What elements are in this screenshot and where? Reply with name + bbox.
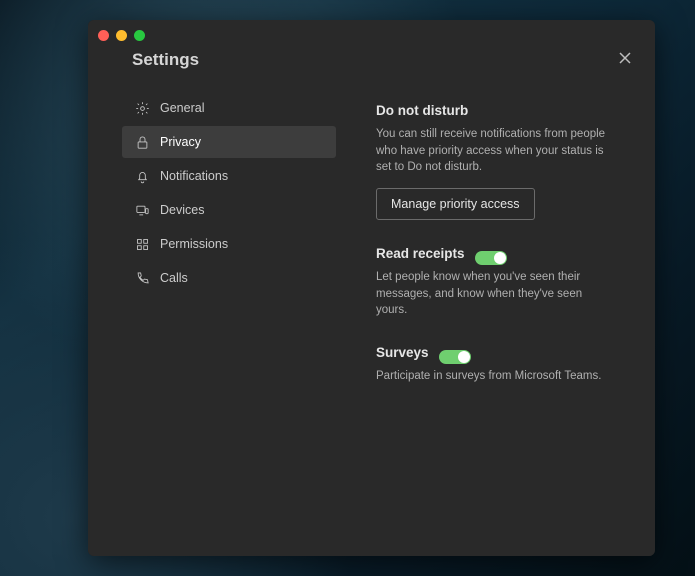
gear-icon: [134, 100, 150, 116]
traffic-close[interactable]: [98, 30, 109, 41]
lock-icon: [134, 134, 150, 150]
nav-devices[interactable]: Devices: [122, 194, 336, 226]
grid-icon: [134, 236, 150, 252]
nav-notifications[interactable]: Notifications: [122, 160, 336, 192]
read-receipts-description: Let people know when you've seen their m…: [376, 269, 615, 319]
nav-label: Permissions: [160, 237, 228, 251]
settings-content: Do not disturb You can still receive not…: [376, 102, 615, 411]
traffic-minimize[interactable]: [116, 30, 127, 41]
traffic-maximize[interactable]: [134, 30, 145, 41]
settings-title: Settings: [132, 50, 199, 70]
close-icon[interactable]: [617, 50, 633, 66]
surveys-section: Surveys Participate in surveys from Micr…: [376, 345, 615, 385]
dnd-description: You can still receive notifications from…: [376, 126, 615, 176]
read-receipts-toggle[interactable]: [475, 251, 507, 265]
manage-priority-access-button[interactable]: Manage priority access: [376, 188, 535, 220]
nav-label: Devices: [160, 203, 204, 217]
read-receipts-section: Read receipts Let people know when you'v…: [376, 246, 615, 319]
surveys-title: Surveys: [376, 345, 429, 360]
nav-privacy[interactable]: Privacy: [122, 126, 336, 158]
settings-nav: General Privacy Notifications Devices Pe…: [122, 92, 336, 296]
nav-permissions[interactable]: Permissions: [122, 228, 336, 260]
dnd-section: Do not disturb You can still receive not…: [376, 102, 615, 220]
nav-label: General: [160, 101, 204, 115]
nav-general[interactable]: General: [122, 92, 336, 124]
surveys-description: Participate in surveys from Microsoft Te…: [376, 368, 615, 385]
surveys-toggle[interactable]: [439, 350, 471, 364]
devices-icon: [134, 202, 150, 218]
phone-icon: [134, 270, 150, 286]
nav-calls[interactable]: Calls: [122, 262, 336, 294]
window-traffic-lights: [98, 30, 145, 41]
dnd-title: Do not disturb: [376, 103, 468, 118]
read-receipts-title: Read receipts: [376, 246, 465, 261]
settings-modal: Settings General Privacy Notifications D…: [88, 20, 655, 556]
nav-label: Notifications: [160, 169, 228, 183]
nav-label: Privacy: [160, 135, 201, 149]
nav-label: Calls: [160, 271, 188, 285]
bell-icon: [134, 168, 150, 184]
